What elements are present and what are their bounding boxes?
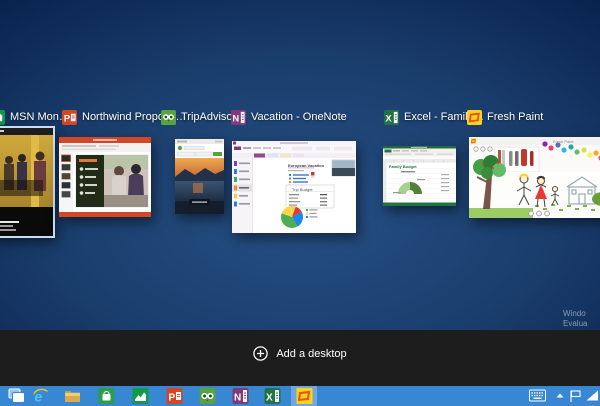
fresh-paint-icon (467, 110, 482, 125)
tripadvisor-icon (199, 388, 216, 404)
tripadvisor-preview (175, 139, 224, 214)
msn-money-button[interactable] (132, 388, 149, 404)
store-button[interactable] (98, 388, 115, 404)
network-signal-icon (585, 389, 599, 402)
evaluation-watermark: Windo Evalua (563, 309, 587, 329)
powerpoint-icon: P (166, 388, 183, 404)
file-explorer-button[interactable] (64, 388, 81, 404)
touch-keyboard-button[interactable] (529, 389, 546, 406)
task-view-screen: MSN Mon… P Northwind Proposa… TripAdviso… (0, 0, 600, 406)
onenote-panel-title: Trip Budget (292, 187, 313, 192)
excel-preview (383, 146, 456, 206)
msn-money-icon (0, 110, 5, 125)
file-explorer-icon (64, 388, 81, 404)
excel-icon: X (264, 388, 281, 404)
action-center-button[interactable] (568, 389, 582, 406)
watermark-line1: Windo (563, 309, 587, 319)
svg-text:X: X (385, 113, 392, 123)
window-label-msn-money[interactable]: MSN Mon… (0, 109, 70, 125)
task-view-icon (8, 388, 25, 404)
window-thumbnail-fresh-paint[interactable] (469, 137, 600, 218)
window-label-text: MSN Mon… (10, 111, 70, 123)
excel-sheet-title: Family Budget (389, 164, 417, 169)
svg-text:N: N (232, 113, 239, 123)
powerpoint-button[interactable]: P (166, 388, 183, 404)
window-label-text: Fresh Paint (487, 111, 543, 123)
internet-explorer-button[interactable]: e (32, 388, 49, 404)
excel-button[interactable]: X (264, 388, 281, 404)
msn-money-icon (132, 388, 149, 404)
svg-text:X: X (266, 393, 273, 404)
msn-money-preview (0, 128, 53, 236)
add-desktop-button[interactable]: Add a desktop (0, 346, 600, 361)
store-icon (98, 388, 115, 404)
plus-circle-icon (253, 346, 268, 361)
task-view-button[interactable] (8, 388, 25, 404)
onenote-page-heading: European Vacation (288, 163, 324, 168)
window-thumbnail-tripadvisor[interactable] (175, 139, 224, 214)
powerpoint-preview (59, 137, 151, 217)
window-thumbnail-excel[interactable] (383, 146, 456, 206)
fresh-paint-button[interactable] (296, 388, 313, 404)
chevron-up-icon (554, 389, 566, 402)
window-thumbnail-powerpoint[interactable] (59, 137, 151, 217)
window-label-text: Vacation - OneNote (251, 111, 347, 123)
onenote-icon: N (232, 388, 249, 404)
tripadvisor-button[interactable] (199, 388, 216, 404)
powerpoint-icon: P (62, 110, 77, 125)
fresh-paint-icon (296, 388, 313, 404)
network-button[interactable] (585, 389, 599, 406)
watermark-line2: Evalua (563, 319, 587, 329)
svg-text:P: P (64, 113, 70, 123)
flag-icon (568, 389, 582, 403)
window-label-onenote[interactable]: N Vacation - OneNote (231, 109, 347, 125)
svg-text:N: N (234, 393, 241, 404)
fresh-paint-titlebar-text: Fresh Paint (553, 139, 573, 144)
window-label-fresh-paint[interactable]: Fresh Paint (467, 109, 543, 125)
internet-explorer-icon: e (32, 388, 49, 404)
onenote-icon: N (231, 110, 246, 125)
onenote-button[interactable]: N (232, 388, 249, 404)
excel-icon: X (384, 110, 399, 125)
tripadvisor-icon (161, 110, 176, 125)
window-thumbnail-msn-money[interactable] (0, 126, 55, 238)
add-desktop-label: Add a desktop (276, 348, 346, 360)
show-hidden-icons-button[interactable] (554, 389, 566, 406)
fresh-paint-preview (469, 137, 600, 218)
svg-text:P: P (169, 393, 176, 404)
touch-keyboard-icon (529, 389, 546, 402)
